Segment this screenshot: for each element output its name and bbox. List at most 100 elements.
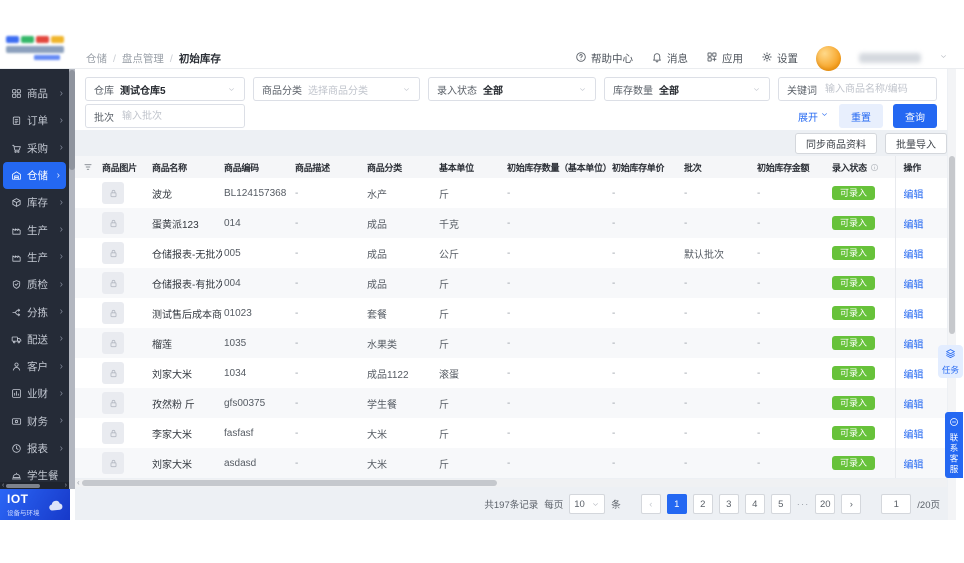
next-page-button[interactable]: ›: [841, 494, 862, 514]
cell-product-desc: -: [295, 427, 299, 439]
edit-link[interactable]: 编辑: [904, 220, 924, 231]
cell-initial-price: -: [612, 307, 616, 319]
status-badge: 可录入: [832, 336, 876, 350]
scrollbar-thumb[interactable]: [81, 480, 497, 486]
scrollbar-thumb[interactable]: [69, 70, 75, 170]
per-page-unit-label: 条: [611, 500, 621, 511]
stock-qty-select[interactable]: 库存数量 全部: [604, 77, 770, 101]
search-button[interactable]: 查询: [893, 104, 937, 128]
sidebar-item-stock[interactable]: 库存 ›: [0, 189, 69, 216]
scrollbar-thumb[interactable]: [6, 483, 41, 488]
sidebar-item-warehouse[interactable]: 仓储 ›: [3, 161, 66, 190]
sidebar-item-production2[interactable]: 生产 ›: [0, 244, 69, 271]
sidebar-item-production[interactable]: 生产 ›: [0, 216, 69, 243]
edit-link[interactable]: 编辑: [904, 460, 924, 471]
cell-action: 编辑: [894, 208, 947, 238]
cell-status: 可录入: [830, 418, 895, 448]
cell-status: 可录入: [830, 388, 895, 418]
chevron-down-icon: [752, 85, 761, 94]
cell-action: 编辑: [894, 418, 947, 448]
reset-button[interactable]: 重置: [839, 104, 883, 128]
sync-products-button[interactable]: 同步商品资料: [795, 133, 877, 154]
page-ellipsis[interactable]: ···: [797, 499, 810, 510]
page-number-button[interactable]: 1: [666, 494, 687, 514]
sidebar-item-customer[interactable]: 客户 ›: [0, 353, 69, 380]
breadcrumb-root[interactable]: 仓储: [86, 51, 107, 66]
scrollbar-thumb[interactable]: [949, 156, 955, 334]
edit-link[interactable]: 编辑: [904, 370, 924, 381]
category-select[interactable]: 商品分类 选择商品分类: [253, 77, 420, 101]
contact-service-float-button[interactable]: 联系客服: [945, 412, 963, 478]
sidebar-item-delivery[interactable]: 配送 ›: [0, 326, 69, 353]
edit-link[interactable]: 编辑: [904, 340, 924, 351]
sidebar-horizontal-scrollbar[interactable]: ‹ ›: [0, 482, 69, 489]
app-logo[interactable]: [6, 36, 72, 62]
table-horizontal-scrollbar[interactable]: ‹: [75, 479, 947, 487]
sidebar-item-bizfinance[interactable]: 业财 ›: [0, 380, 69, 407]
sidebar-item-finance[interactable]: 财务 ›: [0, 408, 69, 435]
scroll-left-arrow[interactable]: ‹: [75, 479, 82, 487]
page-number-button[interactable]: 5: [770, 494, 791, 514]
breadcrumb: 仓储 / 盘点管理 / 初始库存: [86, 51, 221, 66]
image-placeholder-icon: [102, 332, 124, 354]
chevron-right-icon: ›: [59, 224, 63, 236]
scroll-right-arrow[interactable]: ›: [63, 482, 69, 489]
page-number-button[interactable]: 3: [718, 494, 739, 514]
per-page-select[interactable]: 10: [569, 494, 606, 514]
table-row: 波龙 BL124157368- 水产斤 - - - - 可录入 编辑: [75, 178, 947, 208]
page-number-button[interactable]: 2: [692, 494, 713, 514]
keyword-input[interactable]: [823, 82, 928, 96]
info-icon[interactable]: [870, 163, 879, 172]
sidebar-item-student-meal[interactable]: 学生餐: [0, 462, 69, 482]
cell-status: 可录入: [830, 328, 895, 358]
column-header-batch: 批次: [682, 156, 755, 178]
chevron-right-icon: ›: [59, 360, 63, 372]
cell-unit: 斤: [439, 459, 449, 471]
cell-initial-price: -: [612, 247, 616, 259]
prev-page-button[interactable]: ‹: [640, 494, 661, 514]
edit-link[interactable]: 编辑: [904, 190, 924, 201]
sidebar-item-orders[interactable]: 订单 ›: [0, 107, 69, 134]
settings-button[interactable]: 设置: [761, 51, 798, 66]
breadcrumb-parent[interactable]: 盘点管理: [122, 51, 164, 66]
column-settings-icon[interactable]: [77, 162, 98, 172]
inventory-table: 商品图片 商品名称 商品编码 商品描述 商品分类 基本单位 初始库存数量（基本单位） 初始库存…: [75, 156, 947, 478]
page-number-button[interactable]: 4: [744, 494, 765, 514]
sidebar-item-qc[interactable]: 质检 ›: [0, 271, 69, 298]
sidebar-item-purchase[interactable]: 采购 ›: [0, 135, 69, 162]
batch-input[interactable]: [120, 109, 236, 123]
per-page-label: 每页: [544, 500, 564, 511]
cell-unit: 斤: [439, 189, 449, 201]
chevron-down-icon[interactable]: [939, 52, 948, 64]
edit-link[interactable]: 编辑: [904, 430, 924, 441]
cell-category: 学生餐: [367, 399, 397, 411]
edit-link[interactable]: 编辑: [904, 400, 924, 411]
sidebar-item-label: 生产: [27, 251, 48, 264]
help-center-button[interactable]: 帮助中心: [575, 51, 633, 66]
cell-category: 套餐: [367, 309, 387, 321]
page-number-button[interactable]: 20: [815, 494, 836, 514]
sidebar-item-goods[interactable]: 商品 ›: [0, 80, 69, 107]
warehouse-select[interactable]: 仓库 测试仓库5: [85, 77, 245, 101]
status-badge: 可录入: [832, 276, 876, 290]
column-header-action: 操作: [894, 156, 947, 178]
page-jump-input[interactable]: 1: [881, 494, 912, 514]
breadcrumb-separator: /: [113, 52, 116, 65]
avatar[interactable]: [816, 45, 841, 71]
entry-status-select[interactable]: 录入状态 全部: [428, 77, 596, 101]
tasks-float-button[interactable]: 任务: [938, 345, 963, 378]
cell-product-code: gfs00375: [224, 397, 266, 409]
warehouse-selected-value: 测试仓库5: [120, 85, 166, 97]
chevron-right-icon: ›: [59, 387, 63, 399]
apps-button[interactable]: 应用: [706, 51, 743, 66]
messages-button[interactable]: 消息: [651, 51, 688, 66]
edit-link[interactable]: 编辑: [904, 250, 924, 261]
edit-link[interactable]: 编辑: [904, 310, 924, 321]
status-badge: 可录入: [832, 186, 876, 200]
expand-filters-link[interactable]: 展开: [798, 109, 829, 124]
sidebar-vertical-scrollbar[interactable]: [69, 68, 75, 489]
edit-link[interactable]: 编辑: [904, 280, 924, 291]
batch-import-button[interactable]: 批量导入: [885, 133, 947, 154]
sidebar-item-sorting[interactable]: 分拣 ›: [0, 298, 69, 325]
sidebar-item-reports[interactable]: 报表 ›: [0, 435, 69, 462]
